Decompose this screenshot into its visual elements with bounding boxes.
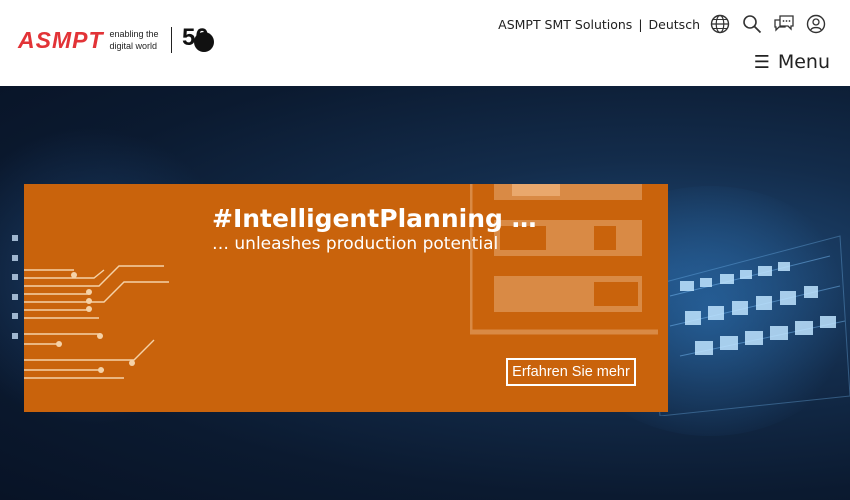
- site-header: ASMPT enabling the digital world 50 ASMP…: [0, 0, 850, 86]
- promo-banner: #IntelligentPlanning … … unleashes produ…: [24, 184, 668, 412]
- logo-divider: [170, 27, 173, 53]
- chat-icon[interactable]: [772, 12, 796, 36]
- banner-title: #IntelligentPlanning …: [212, 204, 537, 233]
- slide-indicators: [12, 235, 18, 353]
- logo-tagline: enabling the digital world: [110, 28, 159, 52]
- nav-separator: |: [638, 16, 643, 32]
- slide-dot[interactable]: [12, 274, 18, 281]
- slide-dot[interactable]: [12, 254, 18, 261]
- nav-language-link[interactable]: Deutsch: [649, 17, 700, 32]
- hamburger-icon: ☰: [753, 51, 770, 73]
- hero-section: #IntelligentPlanning … … unleashes produ…: [0, 86, 850, 500]
- top-navigation: ASMPT SMT Solutions | Deutsch: [498, 12, 828, 36]
- slide-dot[interactable]: [12, 332, 18, 339]
- nav-site-link[interactable]: ASMPT SMT Solutions: [498, 17, 632, 32]
- tagline-line2: digital world: [109, 41, 158, 51]
- production-line-illustration: [649, 235, 850, 416]
- slide-dot[interactable]: [12, 313, 18, 320]
- menu-button[interactable]: ☰ Menu: [754, 51, 830, 73]
- circuit-traces-graphic: [24, 265, 169, 379]
- slide-dot[interactable]: [12, 293, 18, 300]
- tagline-line1: enabling the: [109, 29, 159, 39]
- anniversary-badge: 50: [182, 24, 216, 54]
- globe-icon[interactable]: [708, 12, 732, 36]
- anniversary-globe-icon: [194, 32, 215, 52]
- banner-subtitle: … unleashes production potential: [212, 234, 499, 254]
- user-icon[interactable]: [804, 12, 828, 36]
- search-icon[interactable]: [740, 12, 764, 36]
- logo-wordmark: ASMPT: [18, 26, 104, 53]
- learn-more-button[interactable]: Erfahren Sie mehr: [506, 358, 636, 386]
- menu-label: Menu: [777, 51, 830, 73]
- slide-dot[interactable]: [12, 235, 18, 241]
- logo[interactable]: ASMPT enabling the digital world 50: [18, 24, 216, 54]
